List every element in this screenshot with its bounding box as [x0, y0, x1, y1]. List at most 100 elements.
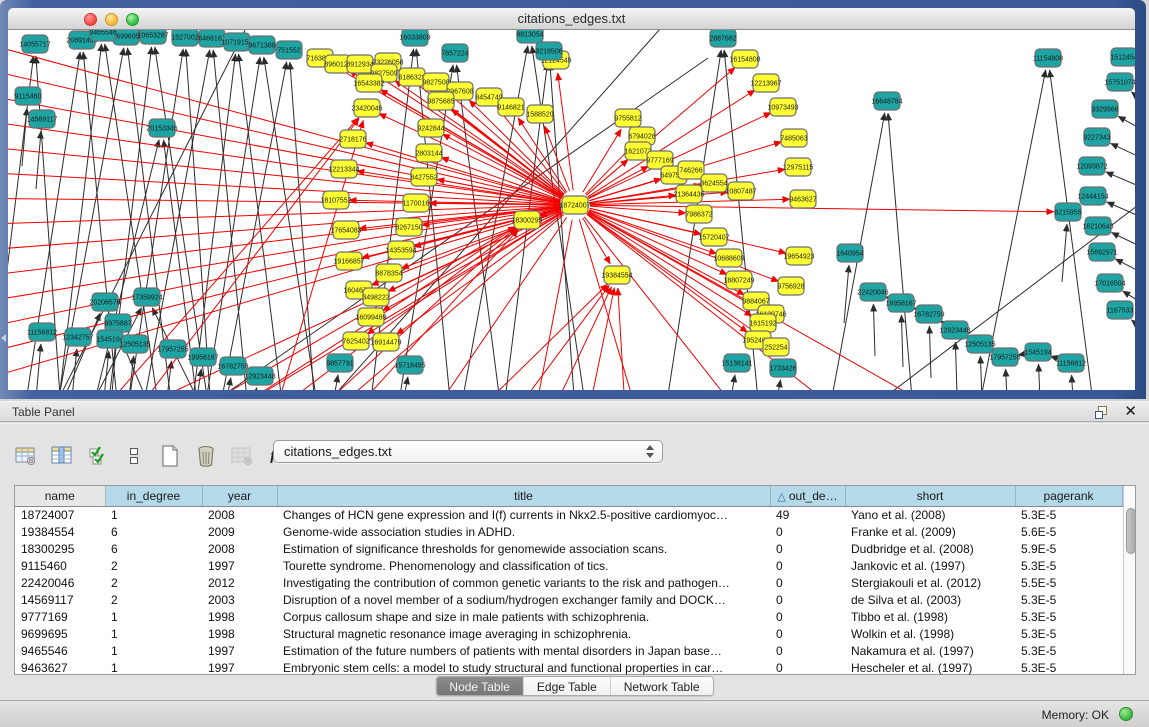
network-canvas[interactable]: 7163822 8960128 8912934 23226058 9827509… [8, 30, 1135, 390]
graph-node[interactable]: 1527002 [171, 30, 198, 46]
graph-node[interactable]: 252254 [763, 338, 789, 356]
graph-node[interactable]: 9218506 [535, 42, 562, 60]
graph-node[interactable]: 3498222 [362, 288, 389, 306]
graph-node[interactable]: 12093872 [1076, 157, 1107, 175]
graph-node[interactable]: 2718176 [339, 130, 366, 148]
graph-node[interactable]: 12505135 [119, 335, 150, 353]
graph-node[interactable]: 7625402 [342, 332, 369, 350]
graph-node[interactable]: 9756928 [777, 277, 804, 295]
graph-node[interactable]: 17016504 [1094, 274, 1125, 292]
graph-node[interactable]: 23420046 [351, 99, 382, 117]
graph-node[interactable]: 20153346 [146, 119, 177, 137]
graph-node[interactable]: 751552 [276, 41, 302, 59]
column-header-short[interactable]: short [845, 486, 1015, 506]
graph-node[interactable]: 16914479 [370, 333, 401, 351]
graph-node[interactable]: 9755812 [614, 109, 641, 127]
graph-node[interactable]: 9463627 [789, 190, 816, 208]
table-row[interactable]: 977716911998Corpus callosum shape and si… [15, 608, 1122, 625]
graph-node[interactable]: 3624554 [700, 174, 727, 192]
graph-node[interactable]: 18107552 [320, 191, 351, 209]
close-panel-icon[interactable]: ✕ [1124, 404, 1137, 420]
graph-node[interactable]: 1588520 [526, 105, 553, 123]
table-selector-dropdown[interactable]: citations_edges.txt [273, 440, 663, 463]
tab-edge-table[interactable]: Edge Table [524, 677, 611, 695]
tab-node-table[interactable]: Node Table [436, 677, 524, 695]
graph-node[interactable]: 19384554 [601, 266, 632, 284]
table-scrollbar[interactable] [1123, 486, 1136, 674]
graph-node[interactable]: 19958167 [187, 348, 218, 366]
graph-node[interactable]: 16782759 [913, 305, 944, 323]
graph-node[interactable]: 11154808 [1033, 49, 1063, 67]
column-header-title[interactable]: title [277, 486, 770, 506]
graph-node[interactable]: 15718485 [394, 356, 425, 374]
table-row[interactable]: 1872400712008Changes of HCN gene express… [15, 506, 1122, 523]
graph-node[interactable]: 1170016 [403, 194, 430, 212]
graph-node[interactable]: 20206576 [89, 293, 120, 311]
graph-node[interactable]: 15720407 [698, 228, 729, 246]
graph-node[interactable]: 16099489 [355, 308, 386, 326]
column-header-out_de[interactable]: △out_de… [770, 486, 845, 506]
graph-node[interactable]: 10973493 [767, 98, 798, 116]
graph-node[interactable]: 11156812 [1056, 354, 1086, 372]
graph-node[interactable]: 19654923 [783, 247, 814, 265]
table-row[interactable]: 1830029562008Estimation of significance … [15, 540, 1122, 557]
graph-node[interactable]: 746266 [678, 161, 704, 179]
select-all-icon[interactable] [86, 444, 110, 468]
graph-node[interactable]: 17957255 [989, 348, 1020, 366]
graph-node[interactable]: 8427552 [410, 168, 437, 186]
graph-node[interactable]: 8813054 [516, 30, 543, 43]
node-table-grid[interactable]: namein_degreeyeartitle△out_de…shortpager… [15, 486, 1123, 676]
graph-node[interactable]: 8215955 [1054, 203, 1081, 221]
collapse-panel-arrow-icon[interactable] [1, 334, 6, 342]
graph-node[interactable]: 2803144 [415, 144, 442, 162]
graph-node[interactable]: 12505135 [964, 335, 995, 353]
graph-node[interactable]: 1615192 [749, 314, 776, 332]
graph-node[interactable]: 18724007 [559, 196, 590, 214]
column-header-pagerank[interactable]: pagerank [1015, 486, 1122, 506]
table-row[interactable]: 2242004622012Investigating the contribut… [15, 574, 1122, 591]
graph-node[interactable]: 17957255 [157, 340, 188, 358]
table-row[interactable]: 1456911722003Disruption of a novel membe… [15, 591, 1122, 608]
graph-node[interactable]: 9227343 [1083, 128, 1110, 146]
graph-node[interactable]: 9115460 [15, 87, 42, 105]
graph-node[interactable]: 16154808 [729, 50, 760, 68]
graph-node[interactable]: 14055717 [19, 35, 50, 53]
tab-network-table[interactable]: Network Table [611, 677, 713, 695]
graph-node[interactable]: 8267150 [395, 218, 422, 236]
graph-node[interactable]: 15692971 [1086, 243, 1117, 261]
graph-node[interactable]: 17359924 [131, 288, 162, 306]
graph-node[interactable]: 1640954 [836, 244, 863, 262]
graph-node[interactable]: 22420046 [857, 283, 888, 301]
table-settings-icon[interactable] [14, 444, 38, 468]
graph-node[interactable]: 15751074 [1104, 73, 1135, 91]
table-row[interactable]: 911546021997Tourette syndrome. Phenomeno… [15, 557, 1122, 574]
graph-node[interactable]: 21364436 [673, 185, 704, 203]
graph-node[interactable]: 16033809 [399, 30, 430, 46]
graph-node[interactable]: 1167533 [1107, 301, 1134, 319]
graph-node[interactable]: 12923448 [244, 367, 275, 385]
graph-node[interactable]: 18807249 [723, 271, 754, 289]
graph-node[interactable]: 7986372 [685, 205, 712, 223]
graph-node[interactable]: 10653287 [137, 30, 168, 44]
new-table-icon[interactable] [158, 444, 182, 468]
graph-node[interactable]: 1512454 [1110, 48, 1135, 66]
clear-selection-icon[interactable] [122, 444, 146, 468]
graph-node[interactable]: 8878354 [375, 264, 402, 282]
graph-node[interactable]: 19958167 [885, 294, 916, 312]
graph-node[interactable]: 12342757 [62, 328, 93, 346]
graph-node[interactable]: 10688609 [713, 249, 744, 267]
graph-node[interactable]: 7485063 [780, 129, 807, 147]
graph-node[interactable]: 9465546 [89, 30, 116, 41]
graph-node[interactable]: 14569117 [27, 110, 58, 128]
graph-node[interactable]: 16543382 [353, 74, 384, 92]
graph-node[interactable]: 1545194 [1024, 343, 1051, 361]
column-visibility-icon[interactable] [50, 444, 74, 468]
graph-node[interactable]: 12213967 [750, 74, 781, 92]
graph-node[interactable]: 2887682 [709, 30, 736, 47]
column-header-year[interactable]: year [202, 486, 277, 506]
graph-node[interactable]: 12444154 [1077, 187, 1108, 205]
graph-node[interactable]: 14353594 [385, 241, 416, 259]
graph-node[interactable]: 9146821 [497, 98, 524, 116]
graph-node[interactable]: 12975115 [783, 158, 814, 176]
graph-node[interactable]: 12213344 [328, 160, 359, 178]
